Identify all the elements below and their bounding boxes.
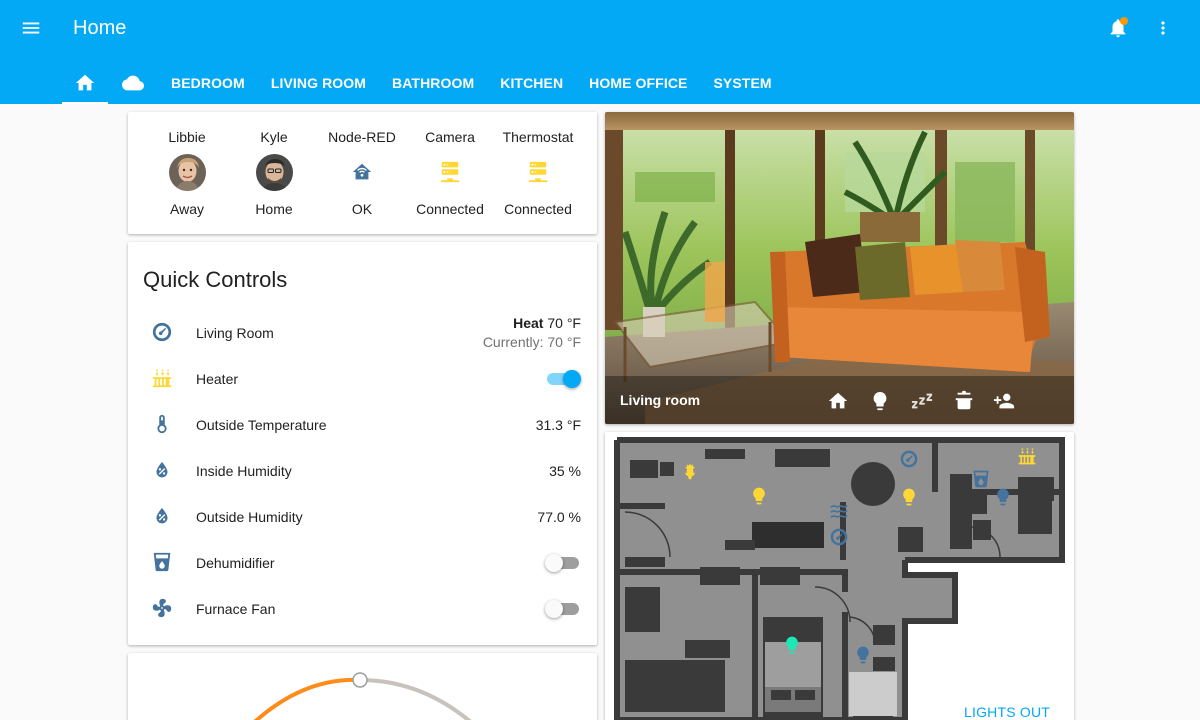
row-outside-humidity[interactable]: Outside Humidity 77.0 % [128, 499, 597, 535]
row-label: Furnace Fan [196, 601, 276, 617]
more-vert-icon[interactable] [1153, 17, 1173, 39]
status-badges-card: Libbie Away Kyle Home Node-RED OK Camera… [128, 112, 597, 234]
thermostat-icon[interactable] [829, 527, 849, 547]
row-value: 35 % [549, 463, 581, 479]
quick-controls-card: Quick Controls Living Room Heat 70 °F Cu… [128, 242, 597, 645]
sunflower-icon[interactable] [680, 461, 700, 481]
thermostat-icon[interactable] [899, 449, 919, 469]
badge-state: Connected [416, 201, 484, 217]
floorplan [614, 437, 1065, 720]
thermostat-icon [151, 321, 173, 343]
tab-bedroom[interactable]: BEDROOM [158, 62, 258, 104]
toggle-thumb [563, 370, 581, 388]
row-outside-temperature[interactable]: Outside Temperature 31.3 °F [128, 407, 597, 443]
notifications-bell-icon[interactable] [1107, 17, 1129, 39]
tab-system[interactable]: SYSTEM [700, 62, 784, 104]
badge-state: Home [255, 201, 293, 217]
row-label: Outside Temperature [196, 417, 327, 433]
badge-state: OK [351, 201, 373, 217]
badge-name: Camera [425, 129, 475, 145]
lightbulb-icon[interactable] [782, 635, 802, 655]
cloud-icon [122, 75, 144, 91]
row-living-room-thermostat[interactable]: Living Room Heat 70 °F Currently: 70 °F [128, 315, 597, 351]
row-furnace-fan: Furnace Fan [128, 591, 597, 627]
row-label: Inside Humidity [196, 463, 292, 479]
sleep-icon[interactable] [911, 390, 933, 412]
thermostat-target-temp: 70 °F [547, 315, 581, 331]
row-value: 77.0 % [537, 509, 581, 525]
badge-state: Connected [504, 201, 572, 217]
row-label: Heater [196, 371, 239, 387]
thermostat-current: Currently: 70 °F [482, 334, 581, 350]
toggle-thumb [545, 600, 563, 618]
toggle-thumb [545, 554, 563, 572]
cup-water-icon [151, 551, 173, 573]
tab-weather[interactable] [108, 62, 158, 104]
badge-name: Kyle [260, 129, 288, 145]
fan-icon [151, 597, 173, 619]
badge-state: Away [170, 201, 204, 217]
home-icon[interactable] [827, 390, 849, 412]
waves-icon[interactable] [829, 501, 849, 521]
server-icon [527, 161, 549, 183]
menu-icon[interactable] [20, 17, 42, 39]
row-inside-humidity[interactable]: Inside Humidity 35 % [128, 453, 597, 489]
radiator-icon[interactable] [1017, 446, 1037, 466]
picture-card-title: Living room [620, 392, 701, 408]
dial-handle[interactable] [352, 672, 368, 688]
row-value: 31.3 °F [535, 417, 581, 433]
floorplan-card: LIGHTS OUT [605, 432, 1074, 720]
page-title: Home [73, 17, 127, 39]
row-label: Living Room [196, 325, 274, 341]
dial-arc-track [359, 678, 472, 720]
tab-home[interactable] [62, 62, 108, 104]
thermometer-icon [151, 413, 173, 435]
row-label: Outside Humidity [196, 509, 303, 525]
badge-name: Libbie [168, 129, 206, 145]
dial-arc-active [253, 677, 361, 720]
app-toolbar: Home BEDROOM LIVING ROOM BATHROOM KITCHE… [0, 0, 1200, 104]
furnace-fan-toggle[interactable] [545, 600, 581, 618]
pot-icon[interactable] [953, 390, 975, 412]
view-tabs: BEDROOM LIVING ROOM BATHROOM KITCHEN HOM… [62, 62, 785, 104]
water-percent-icon [151, 459, 173, 481]
lightbulb-icon[interactable] [749, 486, 769, 506]
lightbulb-icon[interactable] [869, 390, 891, 412]
thermostat-dial-card [128, 653, 597, 720]
row-dehumidifier: Dehumidifier [128, 545, 597, 581]
lights-out-button[interactable]: LIGHTS OUT [964, 704, 1050, 720]
lightbulb-icon[interactable] [993, 487, 1013, 507]
tab-bathroom[interactable]: BATHROOM [379, 62, 487, 104]
lightbulb-icon[interactable] [899, 487, 919, 507]
living-room-picture-card[interactable]: Living room [605, 112, 1074, 424]
account-plus-icon[interactable] [993, 390, 1015, 412]
avatar [256, 154, 293, 191]
lightbulb-icon[interactable] [853, 645, 873, 665]
heater-toggle[interactable] [545, 370, 581, 388]
tab-kitchen[interactable]: KITCHEN [487, 62, 576, 104]
badge-name: Thermostat [502, 129, 574, 145]
dehumidifier-toggle[interactable] [545, 554, 581, 572]
row-heater: Heater [128, 361, 597, 397]
notification-dot [1120, 17, 1128, 25]
home-automation-icon [351, 161, 373, 183]
thermostat-target: Heat 70 °F [513, 315, 581, 331]
tab-home-office[interactable]: HOME OFFICE [576, 62, 700, 104]
cup-water-icon[interactable] [971, 469, 991, 489]
thermostat-dial[interactable] [128, 653, 597, 720]
picture-card-footer: Living room [605, 376, 1074, 424]
avatar [169, 154, 206, 191]
badge-name: Node-RED [328, 129, 396, 145]
home-icon [75, 74, 95, 91]
water-percent-icon [151, 505, 173, 527]
card-title: Quick Controls [143, 267, 288, 292]
radiator-icon [151, 367, 173, 389]
tab-living-room[interactable]: LIVING ROOM [258, 62, 379, 104]
row-label: Dehumidifier [196, 555, 275, 571]
server-icon [439, 161, 461, 183]
thermostat-mode: Heat [513, 315, 544, 331]
